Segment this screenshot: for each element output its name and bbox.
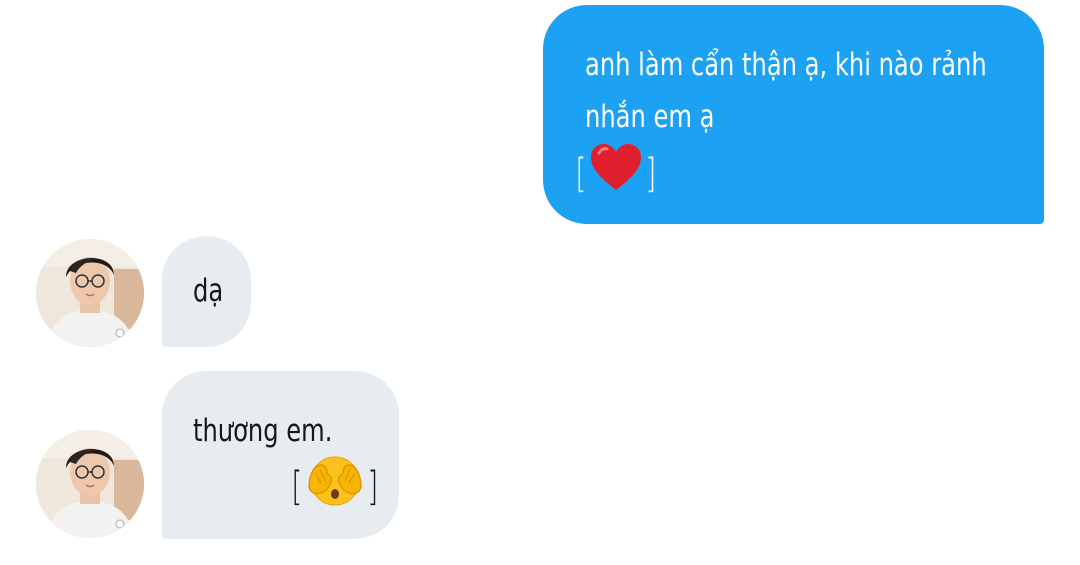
face-covering-eyes-icon [305, 453, 365, 524]
received-message-bubble[interactable]: dạ [162, 236, 251, 347]
sent-message-emoji-line: [ ] [573, 143, 1024, 208]
received-message-text: dạ [193, 273, 224, 309]
sent-message-line-1: anh làm cẩn thận ạ, khi nào rảnh [585, 47, 987, 83]
bracket-open: [ [575, 150, 587, 197]
red-heart-icon [589, 143, 643, 208]
sent-message-bubble[interactable]: anh làm cẩn thận ạ, khi nào rảnh nhắn em… [543, 5, 1044, 224]
received-message-bubble[interactable]: thương em. [ ] [162, 371, 399, 539]
bracket-close: ] [366, 463, 378, 510]
user-avatar-photo-icon [36, 430, 144, 538]
bracket-open: [ [291, 463, 303, 510]
avatar[interactable] [36, 239, 144, 347]
received-message-emoji-line: [ ] [289, 453, 399, 524]
bracket-close: ] [644, 150, 656, 197]
received-message-text: thương em. [193, 413, 333, 449]
avatar[interactable] [36, 430, 144, 538]
sent-message-line-2: nhắn em ạ [585, 99, 715, 135]
user-avatar-photo-icon [36, 239, 144, 347]
